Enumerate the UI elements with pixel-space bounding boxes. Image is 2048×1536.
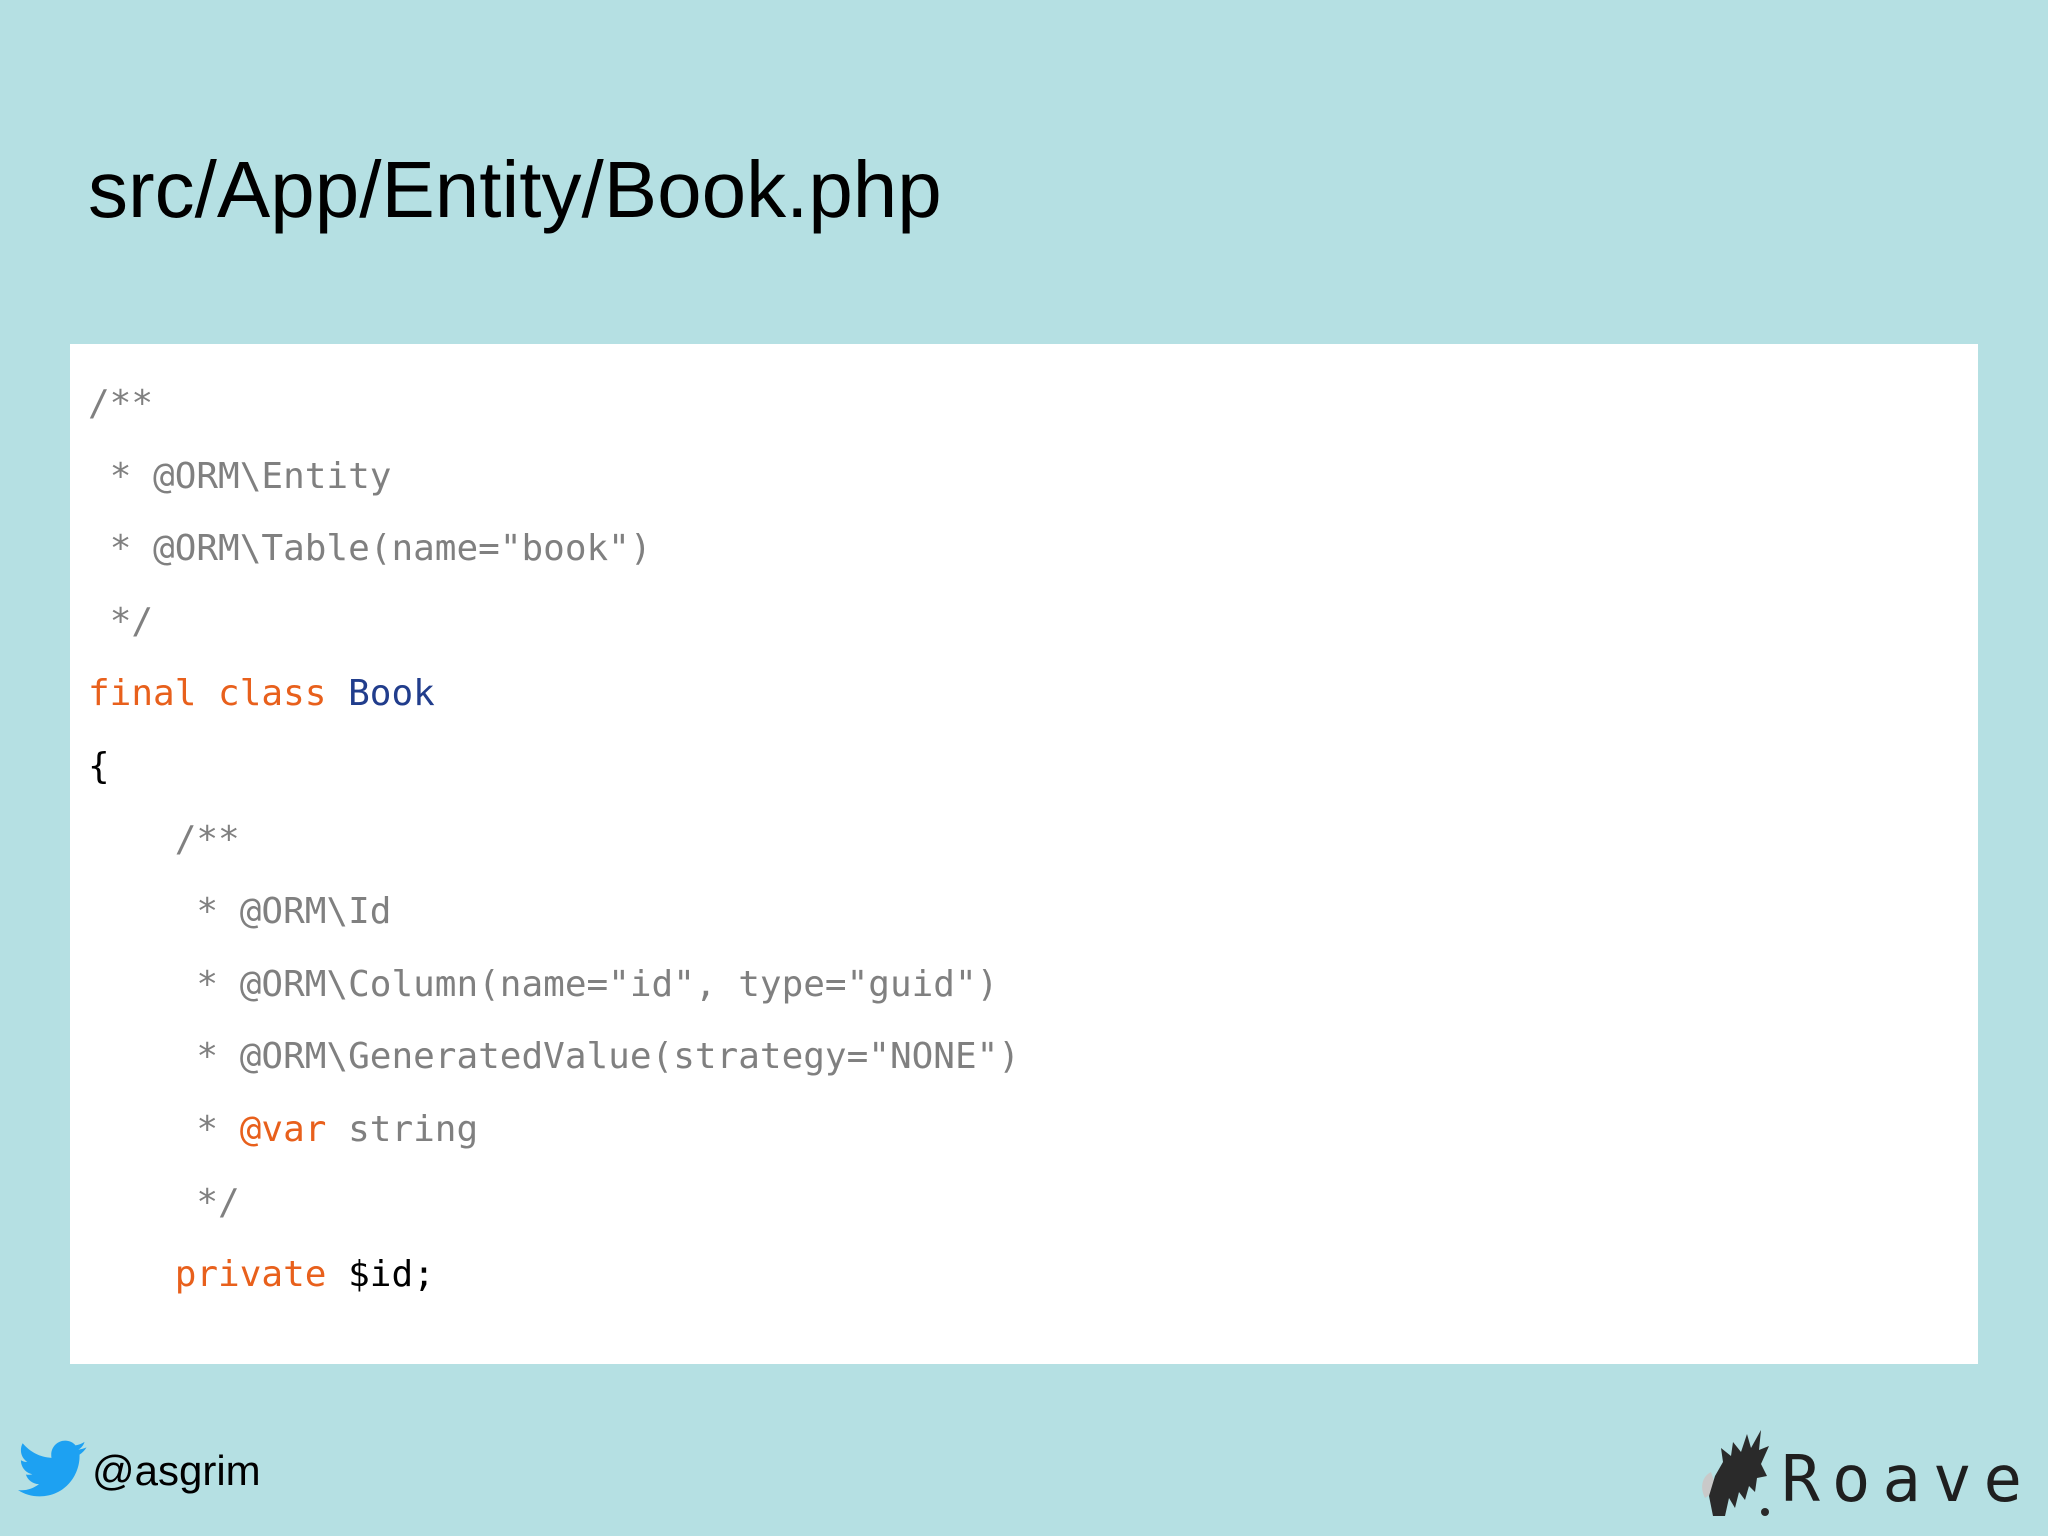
code-token-plain: $id; [326, 1254, 435, 1296]
code-token-comment: * @ORM\GeneratedValue(strategy="NONE") [196, 1036, 1020, 1078]
code-token-comment: * @ORM\Table(name="book") [109, 528, 652, 570]
code-token-comment: */ [109, 600, 154, 642]
code-token-comment: /** [174, 818, 240, 860]
roave-logo-icon [1702, 1430, 1770, 1516]
code-token-tag: @var [239, 1108, 327, 1150]
code-token-keyword: private [174, 1254, 327, 1296]
code-token-classname: Book [348, 673, 435, 715]
code-line: */ [88, 1167, 1978, 1240]
code-line: /** [88, 804, 1978, 877]
brand-name: Roave [1781, 1443, 2034, 1517]
code-token-comment: /** [88, 383, 154, 424]
code-line: final class Book [88, 658, 1978, 731]
code-token-keyword: final class [88, 673, 327, 715]
code-line: * @ORM\GeneratedValue(strategy="NONE") [88, 1021, 1978, 1094]
twitter-handle: @asgrim [92, 1447, 261, 1494]
code-token-comment: string [326, 1108, 479, 1150]
code-token-comment: */ [196, 1181, 240, 1223]
code-line: * @ORM\Entity [88, 441, 1978, 514]
code-panel: /** * @ORM\Entity * @ORM\Table(name="boo… [70, 344, 1978, 1364]
slide-title: src/App/Entity/Book.php [88, 145, 942, 234]
code-line: * @ORM\Table(name="book") [88, 513, 1978, 586]
code-block: /** * @ORM\Entity * @ORM\Table(name="boo… [88, 368, 1978, 1312]
code-token-comment: * @ORM\Entity [109, 455, 392, 497]
code-token-comment: * [196, 1108, 240, 1150]
code-line: private $id; [88, 1239, 1978, 1312]
code-token-comment: * @ORM\Column(name="id", type="guid") [196, 963, 999, 1005]
code-token-plain: { [88, 745, 110, 787]
code-token-comment: * @ORM\Id [196, 891, 392, 933]
code-line: */ [88, 586, 1978, 659]
footer-handle: @asgrim [18, 1436, 261, 1506]
code-line: * @var string [88, 1094, 1978, 1167]
twitter-bird-icon [18, 1440, 87, 1497]
code-line: { [88, 731, 1978, 804]
code-line: * @ORM\Column(name="id", type="guid") [88, 949, 1978, 1022]
footer-brand: Roave [1695, 1420, 2034, 1520]
code-line: * @ORM\Id [88, 876, 1978, 949]
code-line: /** [88, 368, 1978, 441]
